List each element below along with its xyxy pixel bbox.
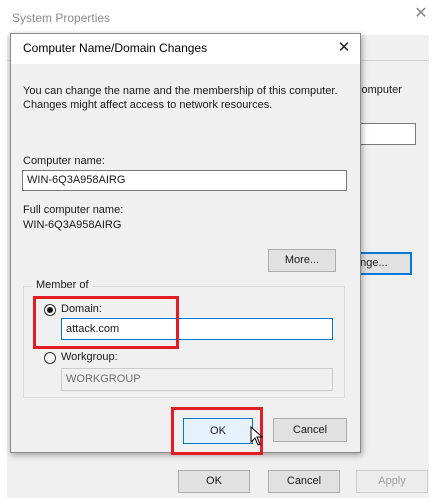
system-properties-title: System Properties bbox=[12, 11, 111, 25]
dialog-description: You can change the name and the membersh… bbox=[23, 85, 338, 111]
computer-name-input[interactable]: WIN-6Q3A958AIRG bbox=[22, 170, 347, 191]
dialog-title: Computer Name/Domain Changes bbox=[23, 41, 208, 55]
domain-highlight-box bbox=[33, 296, 179, 349]
computer-name-label: Computer name: bbox=[23, 155, 105, 167]
cancel-button[interactable]: Cancel bbox=[273, 418, 347, 442]
system-properties-ok-button[interactable]: OK bbox=[178, 470, 250, 493]
full-computer-name-value: WIN-6Q3A958AIRG bbox=[23, 219, 122, 231]
mouse-cursor-icon bbox=[250, 426, 264, 446]
member-of-label: Member of bbox=[33, 279, 92, 291]
more-button[interactable]: More... bbox=[268, 249, 336, 272]
change-button[interactable]: ange... bbox=[352, 252, 412, 275]
system-properties-partial-text: computer bbox=[356, 84, 402, 96]
system-properties-cancel-button[interactable]: Cancel bbox=[268, 470, 340, 493]
close-icon[interactable]: ✕ bbox=[412, 5, 430, 23]
dialog-close-icon[interactable]: ✕ bbox=[334, 38, 354, 58]
workgroup-radio[interactable] bbox=[44, 352, 56, 364]
full-computer-name-label: Full computer name: bbox=[23, 204, 124, 216]
workgroup-input: WORKGROUP bbox=[61, 368, 333, 391]
system-properties-partial-field bbox=[356, 123, 416, 145]
workgroup-label: Workgroup: bbox=[61, 351, 118, 363]
apply-button: Apply bbox=[356, 470, 428, 493]
